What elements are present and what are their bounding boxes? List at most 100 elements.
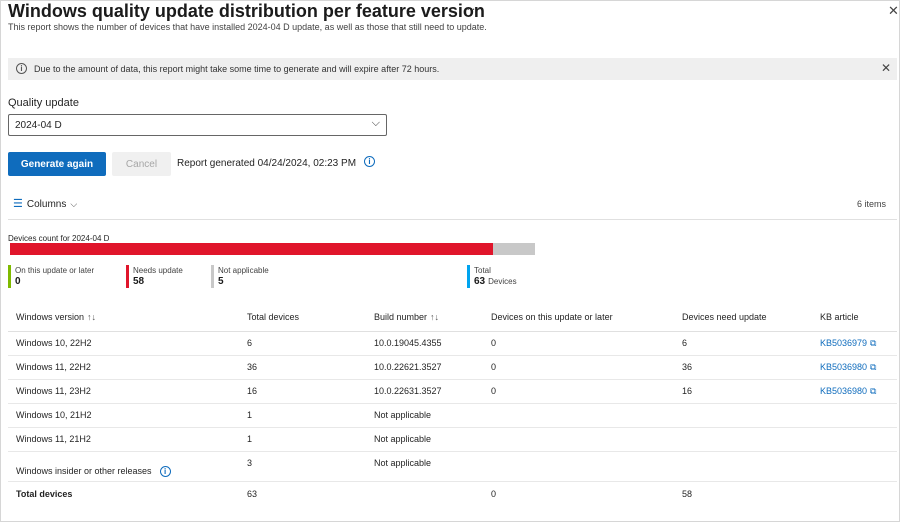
column-header-devices-need-update[interactable]: Devices need update — [674, 303, 812, 332]
banner-close-icon[interactable]: ✕ — [881, 61, 891, 75]
page-subtitle: This report shows the number of devices … — [8, 22, 487, 32]
legend-value: 0 — [15, 276, 21, 287]
cell-version: Windows 11, 23H2 — [8, 379, 239, 404]
table-row: Windows 10, 21H2 1 Not applicable — [8, 403, 897, 428]
columns-button[interactable]: ☰ Columns ⌵ — [13, 197, 77, 210]
legend-on-update: On this update or later 0 — [8, 265, 94, 288]
cell-build: Not applicable — [366, 427, 483, 452]
total-devices-link[interactable]: 63 — [239, 481, 366, 507]
chevron-down-icon: ⌵ — [371, 117, 380, 129]
list-icon: ☰ — [13, 198, 23, 210]
cell-version: Windows 10, 22H2 — [8, 331, 239, 356]
table-row: Windows 11, 23H2 16 10.0.22631.3527 0 16… — [8, 379, 897, 404]
table-row: Windows 11, 22H2 36 10.0.22621.3527 0 36… — [8, 355, 897, 380]
cell-total-link[interactable]: 1 — [239, 427, 366, 452]
cell-build: Not applicable — [366, 403, 483, 428]
banner-text: Due to the amount of data, this report m… — [34, 64, 440, 74]
cell-total-link[interactable]: 16 — [239, 379, 366, 404]
column-header-build-number[interactable]: Build number ↑↓ — [366, 303, 483, 332]
sort-icon[interactable]: ↑↓ — [430, 312, 439, 322]
sort-icon[interactable]: ↑↓ — [87, 312, 96, 322]
cell-total-link[interactable]: 6 — [239, 331, 366, 356]
cell-version: Windows 11, 21H2 — [8, 427, 239, 452]
legend-needs-update: Needs update 58 — [126, 265, 183, 288]
cell-total-link[interactable]: 1 — [239, 403, 366, 428]
quality-update-label: Quality update — [8, 97, 79, 109]
legend-not-applicable: Not applicable 5 — [211, 265, 269, 288]
info-icon: i — [16, 63, 27, 74]
versions-table: Windows version ↑↓ Total devices Build nu… — [8, 303, 897, 507]
legend-label: Not applicable — [218, 266, 269, 275]
report-generated-text: Report generated 04/24/2024, 02:23 PM — [177, 158, 357, 169]
items-count: 6 items — [856, 199, 886, 209]
cell-build — [366, 481, 483, 507]
cell-version: Windows 10, 21H2 — [8, 403, 239, 428]
cell-on-update — [483, 451, 674, 482]
table-row: Windows 10, 22H2 6 10.0.19045.4355 0 6 K… — [8, 331, 897, 356]
external-link-icon: ⧉ — [870, 361, 877, 372]
legend-total: Total 63 Devices — [467, 265, 517, 288]
column-header-total-devices[interactable]: Total devices — [239, 303, 366, 332]
cell-need-update — [674, 403, 812, 428]
legend-value: 58 — [133, 276, 145, 287]
info-icon[interactable]: i — [159, 465, 171, 477]
kb-article-link[interactable]: KB5036980 — [820, 386, 867, 396]
cell-on-update: 0 — [483, 379, 674, 404]
generate-again-button[interactable]: Generate again — [8, 152, 106, 176]
kb-article-link[interactable]: KB5036979 — [820, 338, 867, 348]
bar-title: Devices count for 2024-04 D — [8, 234, 110, 243]
cell-version-label: Windows insider or other releases — [16, 465, 152, 476]
column-header-windows-version[interactable]: Windows version ↑↓ — [8, 303, 239, 332]
external-link-icon: ⧉ — [870, 385, 877, 396]
table-row: Windows insider or other releases i 3 Not… — [8, 451, 897, 482]
cell-need-update-link[interactable]: 36 — [674, 355, 812, 380]
quality-update-value: 2024-04 D — [15, 120, 62, 131]
cell-on-update — [483, 427, 674, 452]
cell-on-update: 0 — [483, 355, 674, 380]
cell-build: 10.0.19045.4355 — [366, 331, 483, 356]
table-row: Windows 11, 21H2 1 Not applicable — [8, 427, 897, 452]
header-label: Windows version — [16, 311, 85, 322]
more-options-icon[interactable]: ··· — [466, 1, 482, 16]
total-label: Total devices — [16, 489, 73, 500]
cell-version: Windows 11, 22H2 — [8, 355, 239, 380]
legend-label: On this update or later — [15, 266, 95, 275]
cell-kb: KB5036979 ⧉ — [812, 331, 897, 356]
legend-label: Total — [474, 266, 491, 275]
kb-article-link[interactable]: KB5036980 — [820, 362, 867, 372]
chevron-down-icon: ⌵ — [70, 199, 78, 209]
cell-need-update-link[interactable]: 6 — [674, 331, 812, 356]
cell-build: 10.0.22631.3527 — [366, 379, 483, 404]
page-title: Windows quality update distribution per … — [8, 1, 485, 21]
cell-kb: KB5036980 ⧉ — [812, 355, 897, 380]
quality-update-dropdown[interactable]: 2024-04 D ⌵ — [8, 114, 387, 136]
divider — [8, 219, 897, 220]
legend-unit: Devices — [488, 277, 517, 286]
column-header-devices-on-update[interactable]: Devices on this update or later — [483, 303, 674, 332]
cell-kb — [812, 403, 897, 428]
close-icon[interactable]: ✕ — [888, 3, 899, 19]
cell-build: Not applicable — [366, 451, 483, 482]
table-header-row: Windows version ↑↓ Total devices Build nu… — [8, 303, 897, 332]
cell-need-update-link[interactable]: 16 — [674, 379, 812, 404]
legend-value: 63 Devices — [474, 276, 517, 288]
column-header-kb-article[interactable]: KB article — [812, 303, 897, 332]
cell-kb — [812, 427, 897, 452]
cell-total-link[interactable]: 3 — [239, 451, 366, 482]
header-label: Build number — [374, 311, 428, 322]
devices-count-bar — [10, 243, 535, 255]
cell-build: 10.0.22621.3527 — [366, 355, 483, 380]
total-row: Total devices 63 0 58 — [8, 481, 897, 507]
legend-value: 5 — [218, 276, 224, 287]
cell-total-link[interactable]: 36 — [239, 355, 366, 380]
cell-need-update — [674, 451, 812, 482]
info-icon[interactable]: i — [364, 156, 375, 167]
cancel-button: Cancel — [112, 152, 171, 176]
cell-kb — [812, 481, 897, 507]
columns-label: Columns — [26, 199, 67, 210]
needs-update-bar-segment — [10, 243, 494, 255]
cell-on-update: 0 — [483, 331, 674, 356]
cell-need-update — [674, 427, 812, 452]
total-on-update: 0 — [491, 489, 497, 500]
legend-label: Needs update — [133, 266, 183, 275]
